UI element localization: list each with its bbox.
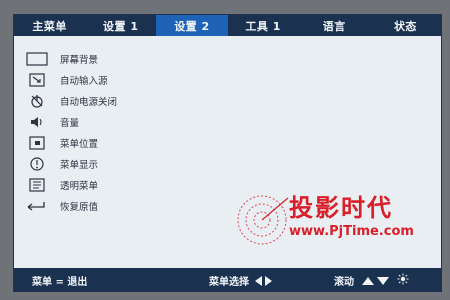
scroll-hint-label: 滚动 (334, 277, 354, 288)
tab-settings-1[interactable]: 设置 1 (85, 15, 156, 36)
menu-position-icon (22, 134, 52, 152)
menu-item-label: 菜单显示 (60, 159, 99, 171)
select-hint: 菜单选择 (209, 273, 272, 288)
volume-icon (22, 113, 52, 131)
tab-settings-2[interactable]: 设置 2 (156, 15, 228, 36)
auto-power-off-icon (22, 92, 52, 110)
menu-item-auto-source[interactable]: 自动输入源 (22, 69, 117, 90)
menu-display-icon (22, 155, 52, 173)
site-watermark: 投影时代 www.PjTime.com (234, 188, 424, 250)
auto-source-icon (22, 71, 52, 89)
tab-main-menu[interactable]: 主菜单 (14, 15, 85, 36)
tab-status[interactable]: 状态 (370, 15, 441, 36)
menu-item-screen-background[interactable]: 屏幕背景 (22, 48, 117, 69)
menu-item-reset[interactable]: 恢复原值 (22, 195, 117, 216)
select-hint-label: 菜单选择 (209, 277, 249, 288)
screen-background-icon (22, 50, 52, 68)
watermark-title: 投影时代 (289, 194, 393, 222)
menu-item-label: 屏幕背景 (60, 54, 99, 66)
menu-item-transparent-menu[interactable]: 透明菜单 (22, 174, 117, 195)
menu-item-label: 音量 (60, 117, 80, 129)
menu-item-label: 自动电源关闭 (60, 96, 118, 108)
menu-item-label: 透明菜单 (60, 180, 99, 192)
right-arrow-icon (265, 275, 272, 286)
menu-item-label: 菜单位置 (60, 138, 99, 150)
menu-item-label: 恢复原值 (60, 201, 99, 213)
tab-tools-1[interactable]: 工具 1 (228, 15, 299, 36)
menu-item-menu-display[interactable]: 菜单显示 (22, 153, 117, 174)
menu-item-label: 自动输入源 (60, 75, 108, 87)
osd-menu-panel: 主菜单 设置 1 设置 2 工具 1 语言 状态 屏幕背景 自动输入源 自动电源… (13, 14, 442, 292)
menu-item-auto-power-off[interactable]: 自动电源关闭 (22, 90, 117, 111)
menu-item-volume[interactable]: 音量 (22, 111, 117, 132)
tab-language[interactable]: 语言 (299, 15, 370, 36)
scroll-hint: 滚动 (334, 273, 409, 288)
up-arrow-icon (362, 276, 374, 285)
down-arrow-icon (377, 276, 389, 285)
transparent-menu-icon (22, 176, 52, 194)
watermark-url: www.PjTime.com (289, 224, 414, 239)
left-arrow-icon (255, 275, 262, 286)
menu-tab-bar: 主菜单 设置 1 设置 2 工具 1 语言 状态 (14, 15, 441, 36)
projector-screen: 主菜单 设置 1 设置 2 工具 1 语言 状态 屏幕背景 自动输入源 自动电源… (0, 0, 450, 300)
reset-icon (22, 197, 52, 215)
brightness-icon (397, 273, 409, 288)
menu-item-menu-position[interactable]: 菜单位置 (22, 132, 117, 153)
exit-hint-label: 菜单 = 退出 (32, 277, 88, 288)
osd-footer-bar: 菜单 = 退出 菜单选择 滚动 (14, 268, 441, 291)
menu-item-list: 屏幕背景 自动输入源 自动电源关闭 音量 菜单位置 菜单显示 透明菜单 恢复原值 (22, 48, 117, 216)
exit-hint: 菜单 = 退出 (32, 273, 87, 288)
watermark-logo-icon (237, 195, 289, 245)
